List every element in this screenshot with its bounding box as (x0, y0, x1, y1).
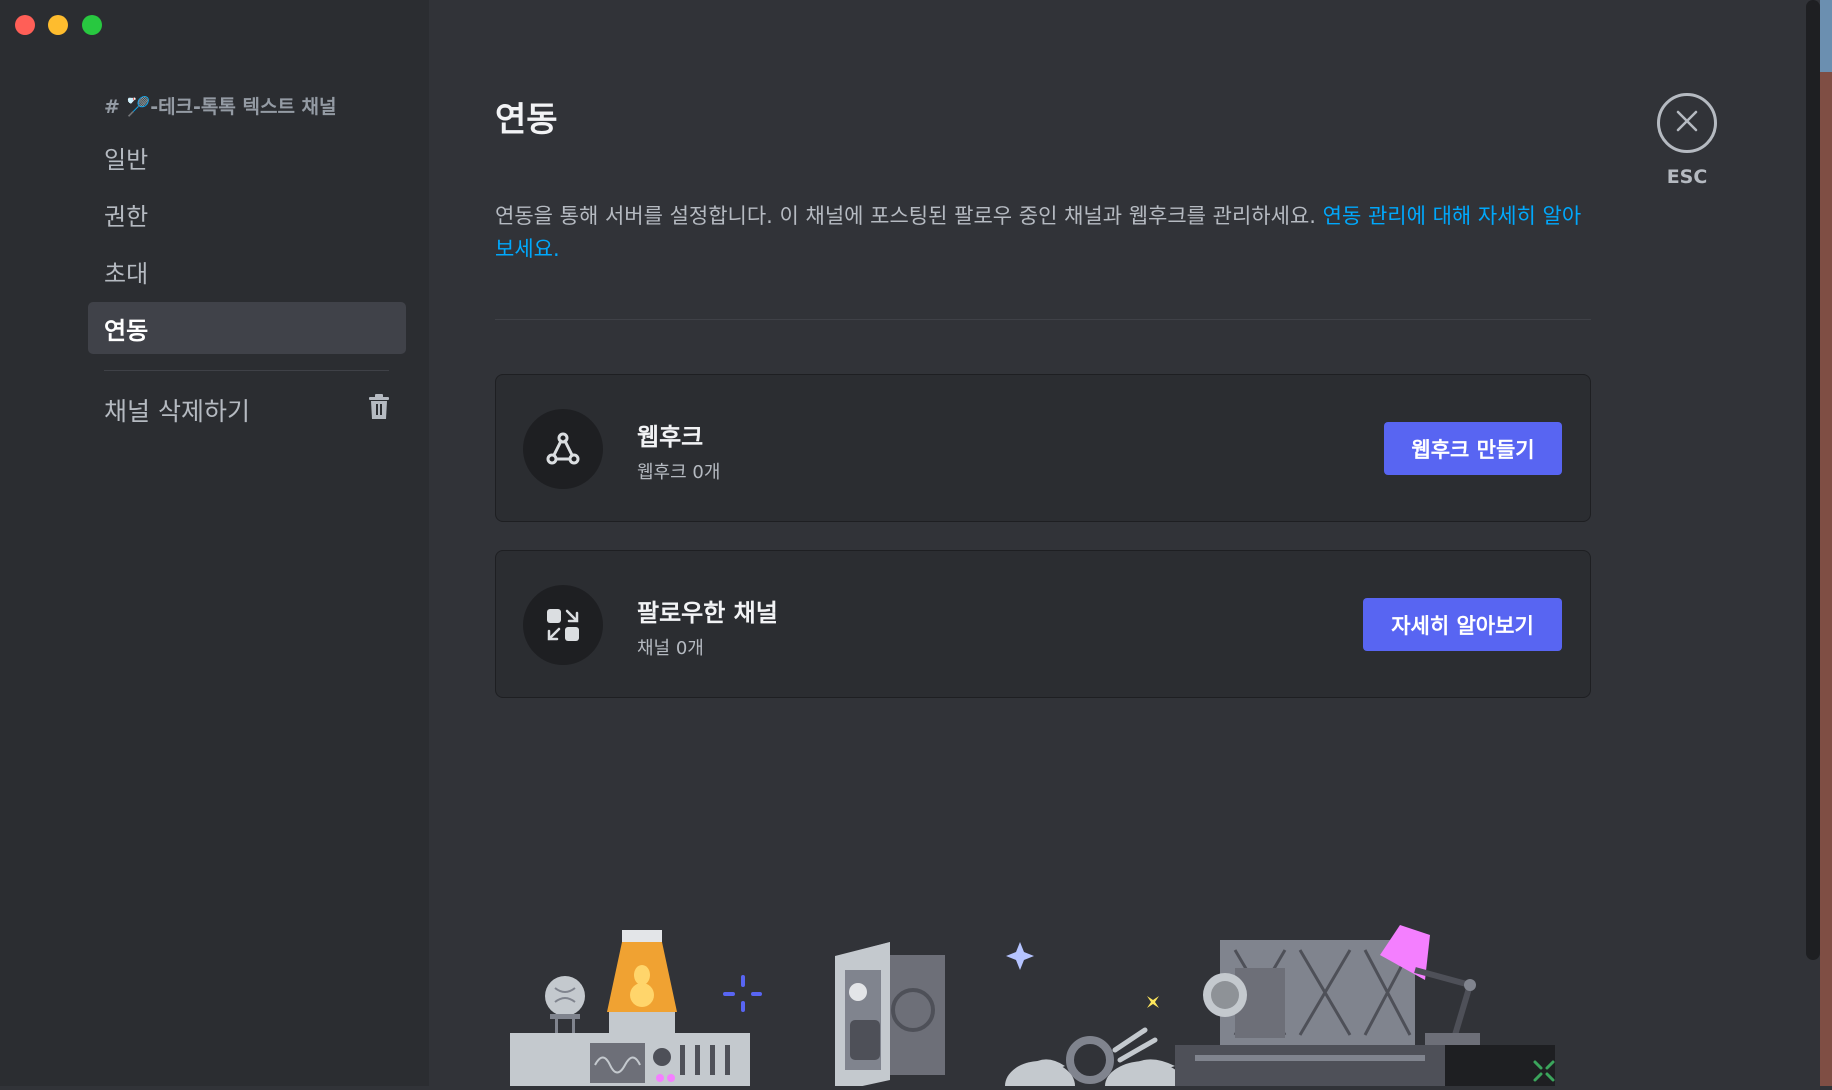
page-title: 연동 (495, 100, 558, 140)
window-close-dot[interactable] (15, 15, 35, 35)
content-divider (495, 319, 1591, 320)
card-title: 팔로우한 채널 (637, 599, 778, 627)
channel-header: # 🏸-테크-톡톡 텍스트 채널 (104, 96, 337, 118)
empty-state-illustration (495, 900, 1595, 1090)
followed-channel-icon (523, 585, 603, 665)
sidebar-item-permissions[interactable]: 권한 (88, 188, 406, 240)
card-subtitle: 웹후크 0개 (637, 462, 721, 483)
sidebar-item-integrations[interactable]: 연동 (88, 302, 406, 354)
background-window-edge (1820, 0, 1832, 1086)
description-text: 연동을 통해 서버를 설정합니다. 이 채널에 포스팅된 팔로우 중인 채널과 … (495, 204, 1323, 228)
webhook-icon (523, 409, 603, 489)
sidebar-item-general[interactable]: 일반 (88, 131, 406, 183)
create-webhook-button[interactable]: 웹후크 만들기 (1384, 422, 1562, 475)
learn-more-button[interactable]: 자세히 알아보기 (1363, 598, 1562, 651)
trash-icon (368, 394, 390, 426)
sidebar-item-label: 권한 (104, 202, 149, 231)
followed-channels-card: 팔로우한 채널 채널 0개 자세히 알아보기 (495, 550, 1591, 698)
sidebar-item-label: 일반 (104, 145, 149, 174)
close-settings-button[interactable] (1657, 93, 1717, 153)
delete-channel-button[interactable]: 채널 삭제하기 (88, 384, 406, 436)
sidebar-item-invites[interactable]: 초대 (88, 245, 406, 297)
card-title: 웹후크 (637, 423, 704, 451)
window-minimize-dot[interactable] (48, 15, 68, 35)
sidebar-item-label: 초대 (104, 259, 149, 288)
delete-channel-label: 채널 삭제하기 (104, 397, 250, 426)
settings-sidebar: # 🏸-테크-톡톡 텍스트 채널 일반 권한 초대 연동 채널 삭제하기 (0, 0, 429, 1086)
page-description: 연동을 통해 서버를 설정합니다. 이 채널에 포스팅된 팔로우 중인 채널과 … (495, 200, 1595, 266)
sidebar-item-label: 연동 (104, 316, 149, 345)
window-zoom-dot[interactable] (82, 15, 102, 35)
background-window-edge-top (1820, 0, 1832, 72)
scrollbar[interactable] (1806, 0, 1820, 960)
webhooks-card: 웹후크 웹후크 0개 웹후크 만들기 (495, 374, 1591, 522)
card-subtitle: 채널 0개 (637, 638, 704, 659)
close-icon (1676, 110, 1698, 136)
esc-label: ESC (1666, 166, 1708, 188)
sidebar-divider (104, 370, 389, 371)
